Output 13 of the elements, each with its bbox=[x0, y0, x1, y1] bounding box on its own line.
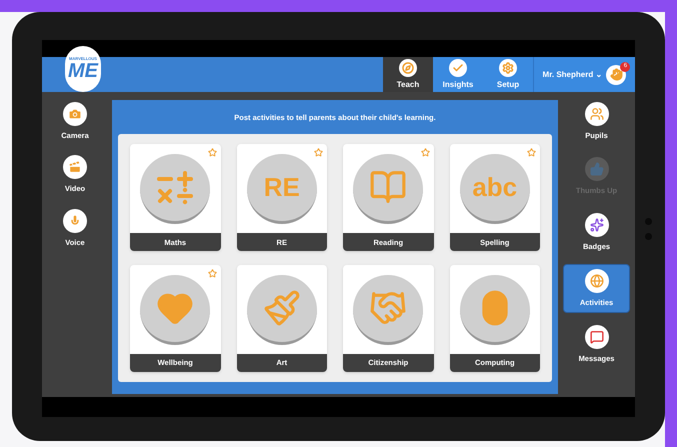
video-icon bbox=[63, 155, 87, 180]
voice-icon bbox=[63, 208, 87, 232]
letters-icon: RE bbox=[264, 174, 300, 200]
pupils-icon bbox=[584, 102, 608, 126]
nav-tab[interactable]: Insights bbox=[433, 57, 483, 92]
nav-tab[interactable]: Teach bbox=[383, 57, 433, 92]
user-menu[interactable]: Mr. Shepherd ⌄ bbox=[542, 68, 602, 80]
letters-icon: abc bbox=[472, 174, 518, 200]
messages-icon bbox=[584, 325, 608, 349]
camera-icon bbox=[63, 102, 87, 126]
nav-tab[interactable]: Setup bbox=[483, 57, 533, 92]
brush-icon bbox=[262, 289, 301, 328]
thumbs-icon bbox=[584, 157, 608, 182]
